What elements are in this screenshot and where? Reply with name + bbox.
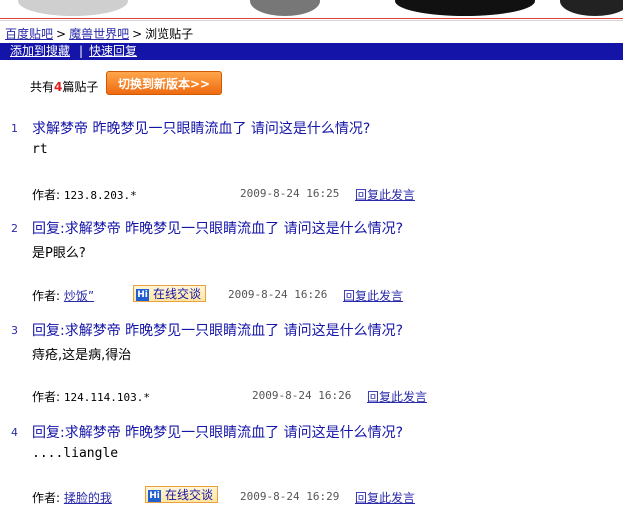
reply-link[interactable]: 回复此发言 — [355, 489, 415, 506]
post-date: 2009-8-24 16:29 — [240, 490, 340, 503]
author-label: 作者: — [32, 491, 61, 505]
banner-shoe-image — [395, 0, 535, 16]
breadcrumb-link-forum[interactable]: 魔兽世界吧 — [69, 27, 129, 41]
post-index: 3 — [11, 324, 18, 337]
post-index: 2 — [11, 222, 18, 235]
post-author: 作者: 124.114.103.* — [32, 388, 150, 405]
online-chat-label: 在线交谈 — [165, 488, 214, 502]
post-count-suffix: 篇贴子 — [62, 80, 99, 94]
post-date: 2009-8-24 16:26 — [252, 389, 352, 402]
post-author: 作者: 炒饭” — [32, 287, 94, 304]
post-author: 作者: 123.8.203.* — [32, 186, 137, 203]
action-bar: 添加到搜藏 | 快速回复 — [0, 43, 623, 60]
post-date: 2009-8-24 16:25 — [240, 187, 340, 200]
breadcrumb-separator: > — [56, 27, 67, 41]
author-label: 作者: — [32, 390, 61, 404]
post-body: 痔疮,这是病,得治 — [32, 348, 132, 363]
post-body: 是P眼么? — [32, 246, 86, 261]
online-chat-label: 在线交谈 — [153, 287, 202, 301]
author-link[interactable]: 揉脸的我 — [64, 491, 112, 505]
online-chat-button[interactable]: Hi 在线交谈 — [133, 285, 207, 302]
post-index: 4 — [11, 426, 18, 439]
post-title: 回复:求解梦帝 昨晚梦见一只眼睛流血了 请问这是什么情况? — [32, 425, 404, 441]
post-title: 回复:求解梦帝 昨晚梦见一只眼睛流血了 请问这是什么情况? — [32, 221, 404, 237]
post-index: 1 — [11, 122, 18, 135]
post-author: 作者: 揉脸的我 — [32, 489, 112, 506]
post-title: 回复:求解梦帝 昨晚梦见一只眼睛流血了 请问这是什么情况? — [32, 323, 404, 339]
reply-link[interactable]: 回复此发言 — [355, 186, 415, 203]
breadcrumb-separator: > — [132, 27, 143, 41]
breadcrumb-link-home[interactable]: 百度贴吧 — [5, 27, 53, 41]
breadcrumb-current: 浏览贴子 — [145, 27, 194, 41]
reply-link[interactable]: 回复此发言 — [367, 388, 427, 405]
hi-icon: Hi — [148, 489, 161, 502]
author-link[interactable]: 炒饭” — [64, 289, 94, 303]
post-title: 求解梦帝 昨晚梦见一只眼睛流血了 请问这是什么情况? — [32, 121, 371, 137]
post-date: 2009-8-24 16:26 — [228, 288, 328, 301]
author-label: 作者: — [32, 289, 61, 303]
author-ip: 123.8.203.* — [63, 189, 137, 202]
online-chat-button[interactable]: Hi 在线交谈 — [145, 486, 219, 503]
hi-icon: Hi — [136, 288, 149, 301]
banner-shoe-image — [560, 0, 623, 16]
banner-shoe-image — [250, 0, 320, 16]
post-count: 共有4篇贴子 — [30, 78, 98, 95]
top-banner — [0, 0, 623, 21]
banner-shoe-image — [18, 0, 128, 16]
switch-version-button[interactable]: 切换到新版本>> — [106, 71, 222, 95]
post-count-prefix: 共有 — [30, 80, 55, 94]
author-ip: 124.114.103.* — [63, 391, 150, 404]
banner-divider — [0, 18, 623, 19]
post-body: ....liangle — [32, 446, 119, 461]
add-favorite-link[interactable]: 添加到搜藏 — [10, 43, 70, 60]
reply-link[interactable]: 回复此发言 — [343, 287, 403, 304]
nav-separator: | — [79, 44, 84, 58]
author-label: 作者: — [32, 188, 61, 202]
quick-reply-link[interactable]: 快速回复 — [89, 43, 137, 60]
breadcrumb: 百度贴吧 > 魔兽世界吧 > 浏览贴子 — [5, 25, 193, 42]
post-body: rt — [32, 142, 48, 157]
